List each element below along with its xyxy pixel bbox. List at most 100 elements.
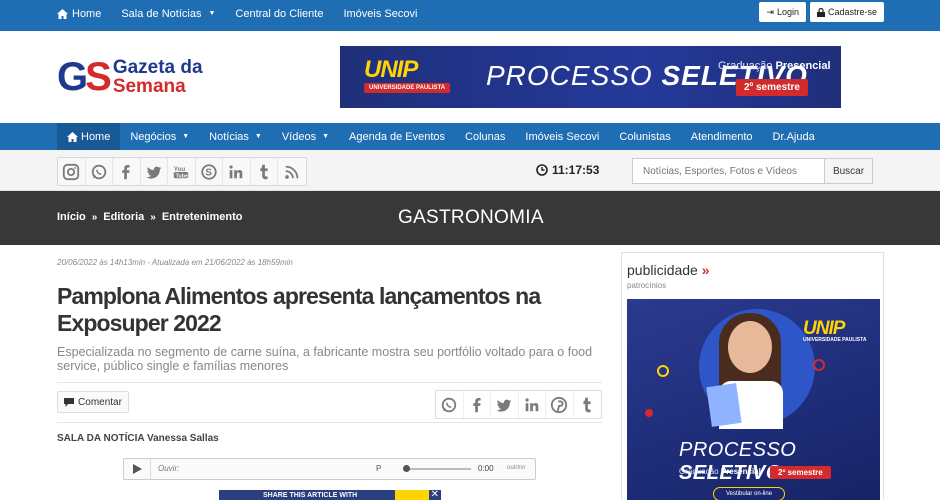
top-nav-central-do-cliente[interactable]: Central do Cliente (235, 8, 323, 20)
audio-progress-handle[interactable] (403, 465, 410, 472)
main-nav-items: Home Negócios ▼ Notícias ▼ Vídeos ▼ Agenda … (57, 123, 825, 150)
main-nav-atendimento[interactable]: Atendimento (681, 123, 763, 150)
main-nav-noticias-label: Notícias (209, 130, 249, 143)
linkedin-icon[interactable] (223, 158, 251, 185)
main-nav-colunas[interactable]: Colunas (455, 123, 515, 150)
main-nav-colunistas[interactable]: Colunistas (609, 123, 680, 150)
linkedin-share-icon[interactable] (519, 391, 546, 418)
chevron-right-icon: » (91, 211, 98, 223)
breadcrumb-inicio[interactable]: Início (57, 211, 86, 223)
home-icon (57, 8, 68, 19)
main-nav-drajuda[interactable]: Dr.Ajuda (763, 123, 825, 150)
login-button[interactable]: ⇥ Login (759, 2, 806, 22)
tumblr-icon[interactable] (251, 158, 278, 185)
skype-icon[interactable]: S (196, 158, 223, 185)
svg-text:S: S (205, 167, 212, 178)
share-banner-text: SHARE THIS ARTICLE WITH (263, 492, 358, 499)
main-nav: Home Negócios ▼ Notícias ▼ Vídeos ▼ Agenda … (0, 123, 940, 150)
chevron-right-icon: » (150, 211, 156, 223)
youtube-icon[interactable]: You Tube (168, 158, 196, 185)
whatsapp-share-icon[interactable] (436, 391, 464, 418)
caret-down-icon: ▼ (208, 10, 216, 17)
audio-progress-track[interactable] (407, 468, 471, 470)
breadcrumb-editoria[interactable]: Editoria (103, 211, 144, 223)
tumblr-share-icon[interactable] (574, 391, 602, 418)
audio-outro: outrino (507, 465, 526, 471)
lock-icon (816, 7, 825, 17)
ad-decoration (657, 365, 669, 377)
login-label: Login (776, 7, 799, 17)
share-this-article-banner[interactable]: SHARE THIS ARTICLE WITH ✕ (219, 490, 441, 500)
main-nav-agenda-label: Agenda de Eventos (349, 130, 446, 143)
section-title: GASTRONOMIA (398, 207, 544, 228)
main-nav-drajuda-label: Dr.Ajuda (772, 130, 815, 143)
main-nav-home-label: Home (81, 130, 111, 143)
breadcrumb-entretenimento[interactable]: Entretenimento (162, 211, 243, 223)
top-bar: Home Sala de Notícias ▼ Central do Clien… (0, 0, 940, 31)
clock: 11:17:53 (536, 163, 599, 177)
sidebar-advertising: publicidade » patrocínios UNIP UNIVERSID… (621, 252, 884, 500)
main-nav-videos[interactable]: Vídeos ▼ (272, 123, 339, 150)
breadcrumb: Início » Editoria » Entretenimento (57, 211, 243, 223)
sidebar-subtitle: patrocínios (627, 281, 667, 290)
audio-player: Ouvir: P 0:00 outrino (123, 458, 536, 480)
main-nav-colunas-label: Colunas (465, 130, 506, 143)
play-icon (132, 464, 142, 474)
logo-wordmark: Gazeta da Semana (113, 58, 203, 96)
facebook-icon[interactable] (113, 158, 141, 185)
instagram-icon[interactable] (58, 158, 86, 185)
main-nav-noticias[interactable]: Notícias ▼ (199, 123, 272, 150)
top-nav-sala-label: Sala de Notícias (121, 7, 202, 20)
whatsapp-icon[interactable] (86, 158, 113, 185)
twitter-share-icon[interactable] (491, 391, 519, 418)
ad-grad-b: Presencial (720, 467, 761, 476)
site-logo[interactable]: GS Gazeta da Semana (57, 57, 203, 97)
article-author: SALA DA NOTÍCIA Vanessa Sallas (57, 433, 219, 444)
top-nav-home-label: Home (72, 7, 102, 20)
top-nav-home[interactable]: Home (57, 8, 101, 20)
sidebar-title: publicidade » (627, 262, 710, 278)
banner-grad-a: Graduação (718, 60, 773, 72)
pinterest-share-icon[interactable] (546, 391, 574, 418)
ad-grad: Graduação Presencial (679, 467, 761, 476)
main-nav-agenda[interactable]: Agenda de Eventos (339, 123, 455, 150)
sidebar-title-suffix: » (701, 262, 710, 278)
top-nav-central-label: Central do Cliente (235, 7, 324, 20)
logo-line2: Semana (112, 76, 186, 97)
logo-line1: Gazeta da (112, 57, 203, 78)
top-nav-sala-de-noticias[interactable]: Sala de Notícias ▼ (121, 8, 215, 20)
sidebar-ad[interactable]: UNIP UNIVERSIDADE PAULISTA PROCESSO SELE… (627, 299, 880, 500)
ad-cta-button[interactable]: Vestibular on-line (713, 487, 786, 500)
main-nav-imoveis[interactable]: Imóveis Secovi (515, 123, 609, 150)
logo-mark-s: S (85, 55, 112, 99)
play-button[interactable] (124, 459, 151, 479)
main-nav-negocios[interactable]: Negócios ▼ (120, 123, 199, 150)
comment-button[interactable]: Comentar (57, 391, 129, 413)
sidebar-title-text: publicidade (627, 262, 698, 278)
comment-icon (64, 397, 75, 407)
rss-icon[interactable] (278, 158, 306, 185)
main-nav-home[interactable]: Home (57, 123, 121, 150)
audio-label: Ouvir: (158, 464, 180, 473)
ad-headline-a: PROCESSO (679, 439, 797, 461)
twitter-icon[interactable] (141, 158, 168, 185)
facebook-share-icon[interactable] (464, 391, 491, 418)
share-buttons (435, 390, 602, 419)
banner-brand-sub: UNIVERSIDADE PAULISTA (364, 83, 451, 93)
article-headline: Pamplona Alimentos apresenta lançamentos… (57, 283, 541, 336)
header-ad-banner[interactable]: UNIP UNIVERSIDADE PAULISTA PROCESSO SELE… (340, 46, 841, 108)
banner-semester: 2º semestre (736, 79, 808, 96)
top-nav: Home Sala de Notícias ▼ Central do Clien… (57, 0, 437, 27)
banner-headline-a: PROCESSO (486, 60, 653, 91)
top-nav-imoveis-secovi[interactable]: Imóveis Secovi (343, 8, 417, 20)
close-icon[interactable]: ✕ (431, 490, 439, 500)
account-buttons: ⇥ Login Cadastre-se (759, 2, 884, 22)
banner-grad: Graduação Presencial (718, 60, 831, 72)
signup-button[interactable]: Cadastre-se (809, 2, 884, 22)
ad-semester: 2º semestre (770, 466, 831, 479)
site-header: GS Gazeta da Semana UNIP UNIVERSIDADE PA… (0, 31, 940, 123)
share-banner-accent (395, 490, 429, 500)
search-button[interactable]: Buscar (825, 158, 873, 184)
search-input[interactable] (632, 158, 825, 184)
divider (57, 382, 602, 383)
